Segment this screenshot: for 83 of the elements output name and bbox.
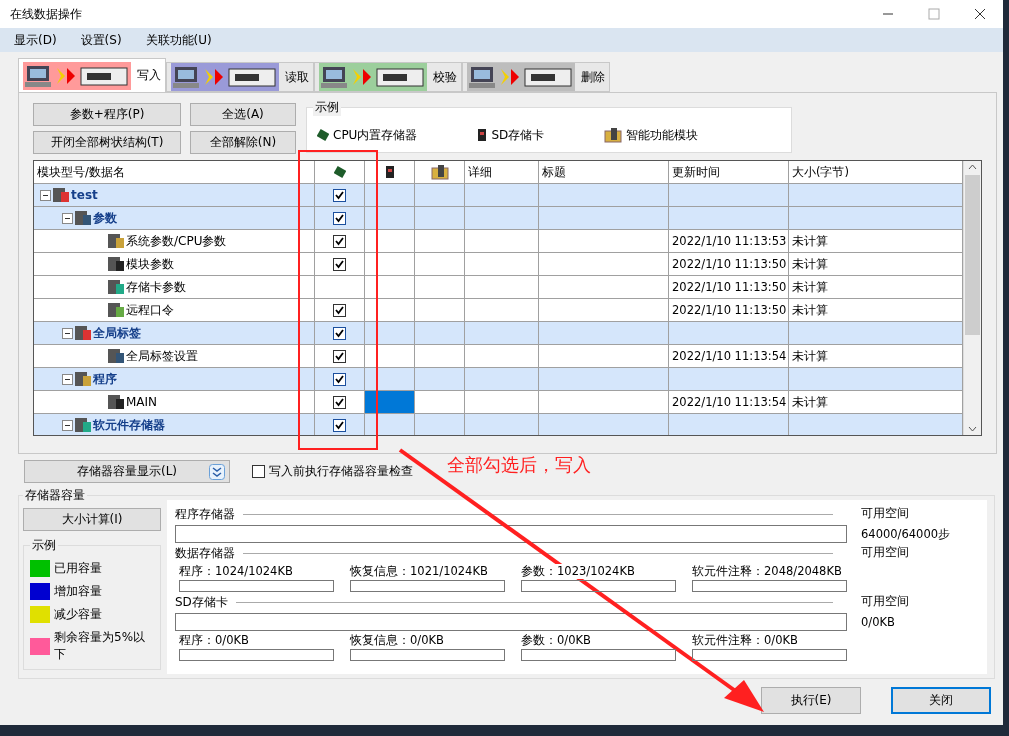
part-label: 参数：1023/1024KB [521,564,635,579]
annotation-text: 全部勾选后，写入 [447,453,591,477]
column-header: 大小(字节) [789,161,963,184]
row-name: 存储卡参数 [126,278,186,296]
section-title: 程序存储器 [175,506,235,523]
legend-label: 减少容量 [54,606,102,623]
row-name: 全局标签设置 [126,347,198,365]
action-button[interactable]: 参数+程序(P) [33,103,181,126]
window-title: 在线数据操作 [10,5,83,23]
free-space-label: 可用空间 [861,545,910,560]
update-time: 2022/1/10 11:13:54 [672,349,787,363]
tree-row[interactable]: 参数 [34,207,315,230]
action-button[interactable]: 全部解除(N) [190,131,296,154]
free-space-label: 可用空间 [861,506,910,521]
size-value: 未计算 [792,279,828,295]
tree-row[interactable]: 软元件存储器 [34,414,315,435]
size-value: 未计算 [792,302,828,318]
legend-label: 智能功能模块 [626,126,699,144]
part-label: 程序：0/0KB [179,633,249,648]
free-space-value: 64000/64000步 [861,527,952,542]
tree-row[interactable]: 远程口令 [34,299,315,322]
part-label: 恢复信息：0/0KB [350,633,444,648]
row-name: 远程口令 [126,301,174,319]
tree-row[interactable]: test [34,184,315,207]
part-label: 参数：0/0KB [521,633,591,648]
tree-row[interactable]: 存储卡参数 [34,276,315,299]
row-name: test [71,188,98,202]
dialog-button[interactable]: 执行(E) [761,687,861,714]
menu-item[interactable]: 设置(S) [76,29,126,51]
column-header: 详细 [465,161,539,184]
legend-label: 已用容量 [54,560,102,577]
legend-label: CPU内置存储器 [333,126,418,144]
action-button[interactable]: 开闭全部树状结构(T) [33,131,181,154]
legend-label: 增加容量 [54,583,102,600]
section-title: SD存储卡 [175,594,228,611]
row-name: MAIN [126,395,158,409]
tab[interactable]: 读取 [166,62,314,92]
update-time: 2022/1/10 11:13:53 [672,234,787,248]
column-header: 标题 [539,161,669,184]
update-time: 2022/1/10 11:13:50 [672,280,787,294]
size-value: 未计算 [792,233,828,249]
part-label: 程序：1024/1024KB [179,564,293,579]
legend-label: 剩余容量为5%以下 [54,629,147,663]
tree-row[interactable]: 程序 [34,368,315,391]
section-title: 数据存储器 [175,545,235,562]
tree-row[interactable]: 系统参数/CPU参数 [34,230,315,253]
capacity-display-button[interactable]: 存储器容量显示(L) [24,460,230,483]
size-value: 未计算 [792,348,828,364]
legend-title: 示例 [313,99,341,116]
checkbox-label: 写入前执行存储器容量检查 [269,463,413,480]
tree-row[interactable]: 全局标签 [34,322,315,345]
update-time: 2022/1/10 11:13:50 [672,257,787,271]
row-name: 全局标签 [93,324,141,342]
free-space-label: 可用空间 [861,594,910,609]
calculate-button[interactable]: 大小计算(I) [23,508,161,531]
tab[interactable]: 校验 [314,62,462,92]
legend-label: SD存储卡 [491,126,545,144]
tree-row[interactable]: 模块参数 [34,253,315,276]
action-button[interactable]: 全选(A) [190,103,296,126]
dialog-button[interactable]: 关闭 [891,687,991,714]
row-name: 系统参数/CPU参数 [126,232,227,250]
tab[interactable]: 写入 [18,58,166,92]
column-header: 更新时间 [669,161,789,184]
menu-item[interactable]: 显示(D) [10,29,61,51]
part-label: 恢复信息：1021/1024KB [350,564,488,579]
row-name: 参数 [93,209,117,227]
free-space-value: 0/0KB [861,615,896,629]
update-time: 2022/1/10 11:13:50 [672,303,787,317]
part-label: 软元件注释：0/0KB [692,633,798,648]
size-value: 未计算 [792,256,828,272]
tree-row[interactable]: MAIN [34,391,315,414]
column-header: 模块型号/数据名 [34,161,315,184]
row-name: 软元件存储器 [93,416,165,434]
group-title: 存储器容量 [23,487,87,504]
part-label: 软元件注释：2048/2048KB [692,564,842,579]
row-name: 模块参数 [126,255,174,273]
size-value: 未计算 [792,394,828,410]
menu-item[interactable]: 关联功能(U) [141,29,216,51]
row-name: 程序 [93,370,117,388]
tab[interactable]: 删除 [462,62,610,92]
legend-title: 示例 [30,537,58,554]
tree-row[interactable]: 全局标签设置 [34,345,315,368]
update-time: 2022/1/10 11:13:54 [672,395,787,409]
